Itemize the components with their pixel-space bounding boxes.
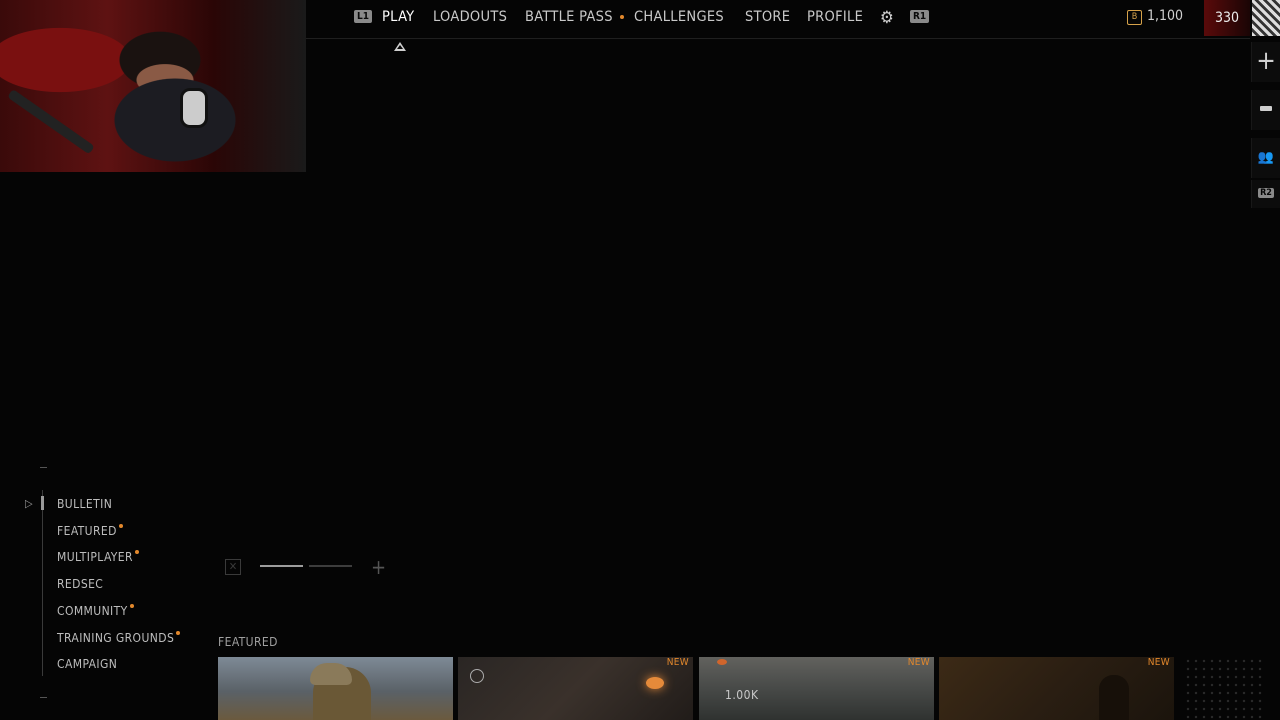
menu-active-indicator [41,496,44,510]
player-level[interactable]: 330 [1204,0,1250,36]
currency-display[interactable]: B 1,100 [1127,8,1183,25]
dot-pattern-decoration [1184,657,1264,720]
notification-dot [129,604,134,608]
menu-item-label: BULLETIN [57,497,113,511]
nav-battle-pass[interactable]: BATTLE PASS [525,9,613,25]
menu-selection-arrow-icon: ▷ [25,497,33,510]
featured-card[interactable]: NEW [458,657,693,720]
minus-button[interactable] [1251,90,1280,130]
muzzle-flash-image [646,677,664,689]
featured-card[interactable]: NEW [939,657,1174,720]
menu-item-multiplayer[interactable]: MULTIPLAYER [57,550,139,564]
menu-item-label: TRAINING GROUNDS [57,631,175,645]
top-navigation: L1 PLAY LOADOUTS BATTLE PASS CHALLENGES … [306,0,1250,39]
menu-item-featured[interactable]: FEATURED [57,524,123,538]
card-stat: 1.00K [725,688,759,702]
menu-item-training-grounds[interactable]: TRAINING GROUNDS [57,631,181,645]
notification-dot [176,631,181,635]
menu-item-label: MULTIPLAYER [57,550,133,564]
r2-button-hint: R2 [1258,188,1274,198]
menu-top-tick [40,467,47,468]
menu-item-bulletin[interactable]: BULLETIN [57,497,112,511]
microphone [7,88,95,155]
party-icon[interactable]: 👥 [1251,138,1280,178]
plus-icon[interactable]: + [1251,42,1280,82]
menu-rail [42,490,43,676]
menu-item-label: CAMPAIGN [57,657,118,671]
nav-profile[interactable]: PROFILE [807,9,863,25]
clock-icon [470,669,484,683]
menu-item-label: COMMUNITY [57,604,128,618]
currency-icon: B [1127,10,1142,25]
helmet-image [310,663,352,685]
battle-pass-notification-dot [620,15,624,19]
soldier-silhouette-image [1099,675,1129,720]
new-badge: NEW [907,657,930,668]
featured-heading: FEATURED [218,635,278,649]
carousel-page-indicator[interactable] [309,565,352,567]
headphones [180,88,208,128]
menu-item-redsec[interactable]: REDSEC [57,577,103,591]
menu-item-label: REDSEC [57,577,104,591]
featured-card[interactable]: 1.00K NEW [699,657,934,720]
menu-item-community[interactable]: COMMUNITY [57,604,134,618]
nav-play[interactable]: PLAY [382,9,414,25]
nav-challenges[interactable]: CHALLENGES [634,9,724,25]
explosion-image [717,659,727,665]
plus-icon[interactable]: + [371,555,386,579]
menu-bottom-tick [40,697,47,698]
r2-hint-container: R2 [1251,180,1280,208]
nav-store[interactable]: STORE [745,9,790,25]
nav-loadouts[interactable]: LOADOUTS [433,9,507,25]
streamer-webcam [0,0,306,172]
triangle-button-icon [394,42,406,51]
featured-card[interactable] [218,657,453,720]
r1-button-hint: R1 [910,10,930,23]
currency-amount: 1,100 [1147,8,1184,24]
menu-item-label: FEATURED [57,524,117,538]
new-badge: NEW [666,657,689,668]
gear-icon[interactable]: ⚙ [880,8,894,28]
carousel-page-indicator-active[interactable] [260,565,303,567]
menu-item-campaign[interactable]: CAMPAIGN [57,657,117,671]
new-badge: NEW [1147,657,1170,668]
carousel-close-icon[interactable]: ✕ [225,559,241,575]
l1-button-hint: L1 [354,10,372,23]
avatar[interactable] [1252,0,1280,36]
notification-dot [118,524,123,528]
minus-icon [1260,106,1272,111]
notification-dot [134,550,139,554]
